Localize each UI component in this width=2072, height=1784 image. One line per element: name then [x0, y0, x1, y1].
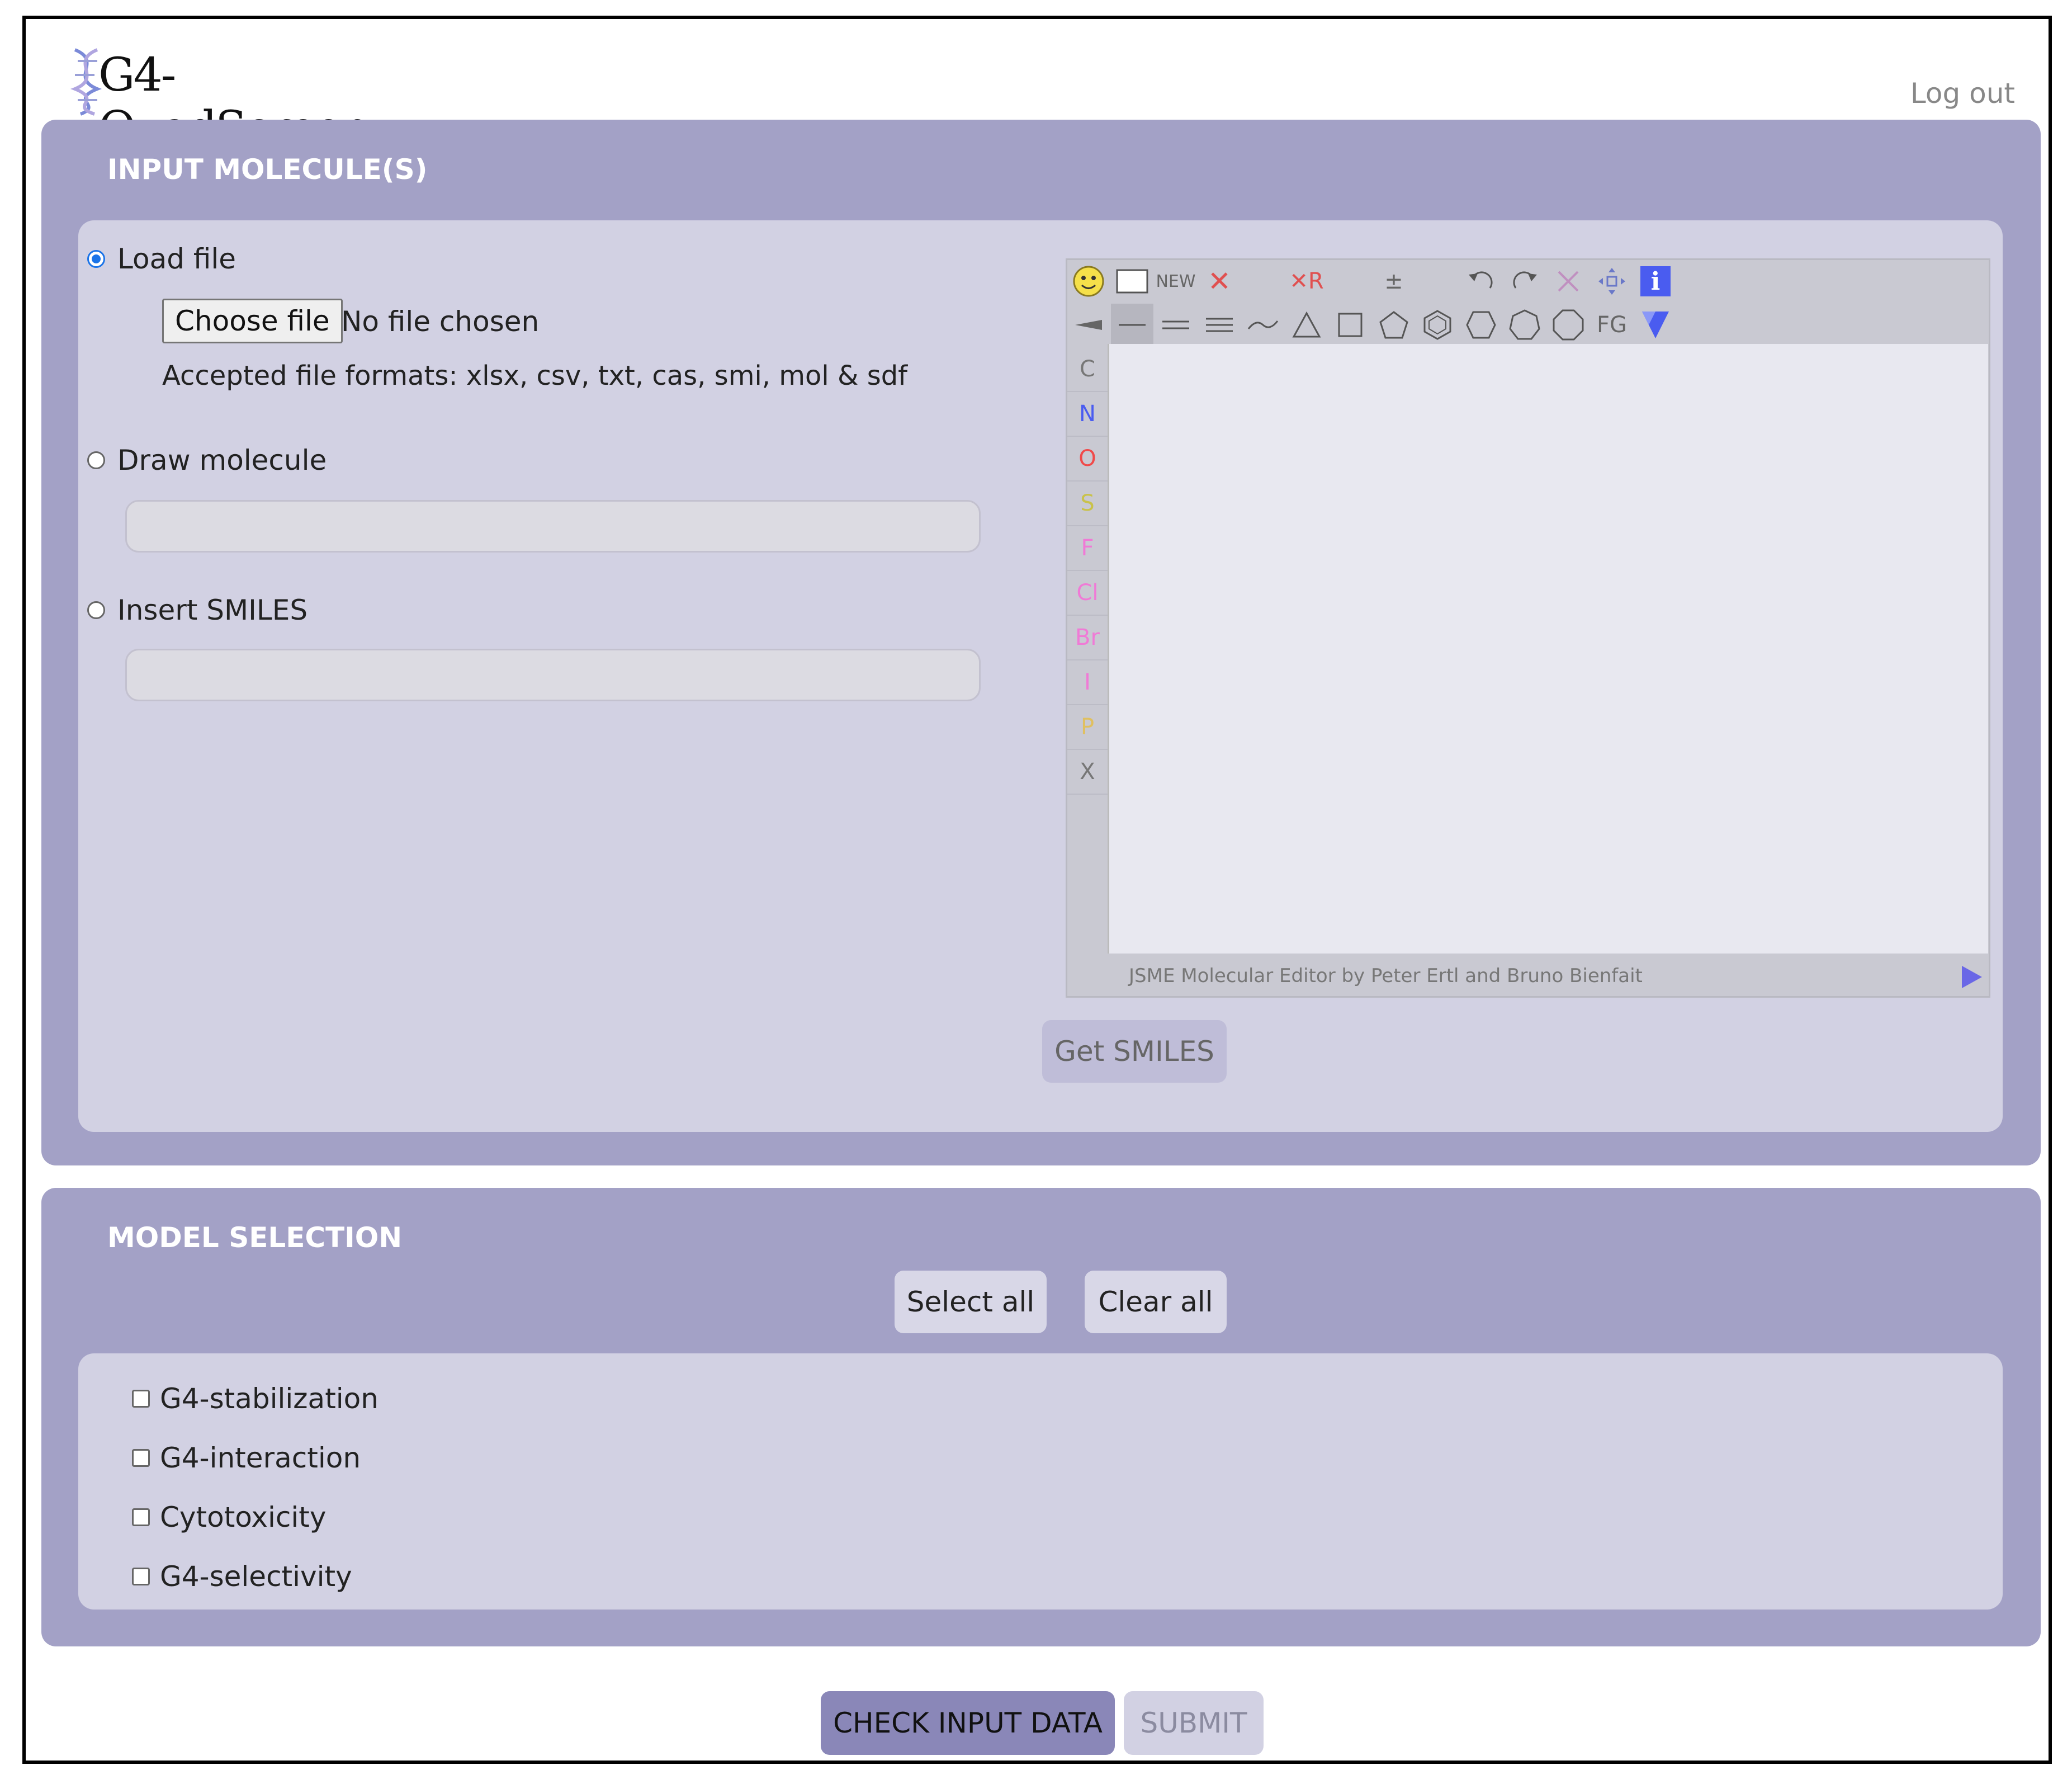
atom-s[interactable]: S [1067, 482, 1108, 526]
benzene-icon[interactable] [1416, 304, 1459, 346]
clear-icon[interactable]: ✕ [1198, 260, 1241, 303]
logout-link[interactable]: Log out [1910, 77, 2015, 110]
info-icon[interactable]: i [1634, 260, 1677, 303]
ring6-icon[interactable] [1460, 304, 1502, 346]
checkbox[interactable] [132, 1508, 150, 1526]
model-label: Cytotoxicity [160, 1501, 327, 1533]
redo-icon[interactable] [1503, 260, 1546, 303]
atom-p[interactable]: P [1067, 705, 1108, 750]
smiley-icon[interactable] [1067, 260, 1110, 303]
info-glyph: i [1640, 266, 1671, 296]
load-file-label: Load file [117, 243, 236, 275]
input-panel-title: INPUT MOLECULE(S) [107, 153, 428, 186]
undo-icon[interactable] [1460, 260, 1502, 303]
app-logo: G4-QuadScreen [64, 44, 410, 155]
atom-i[interactable]: I [1067, 660, 1108, 705]
model-option-g4-interaction[interactable]: G4-interaction [132, 1442, 361, 1474]
rect-select-icon[interactable] [1111, 260, 1153, 303]
atom-x[interactable]: X [1067, 750, 1108, 795]
template-icon[interactable] [1634, 304, 1677, 346]
select-all-button[interactable]: Select all [895, 1271, 1047, 1333]
draw-molecule-radio[interactable] [87, 451, 105, 469]
checkbox[interactable] [132, 1568, 150, 1585]
triple-bond-icon[interactable] [1198, 304, 1241, 346]
check-input-data-button[interactable]: CHECK INPUT DATA [821, 1691, 1115, 1755]
model-option-cytotoxicity[interactable]: Cytotoxicity [132, 1501, 326, 1533]
atom-br[interactable]: Br [1067, 616, 1108, 660]
checkbox[interactable] [132, 1390, 150, 1408]
insert-smiles-radio[interactable] [87, 601, 105, 619]
load-file-option[interactable]: Load file [87, 243, 236, 275]
move-icon[interactable] [1591, 260, 1633, 303]
draw-molecule-option[interactable]: Draw molecule [87, 444, 327, 476]
ring7-icon[interactable] [1503, 304, 1546, 346]
clear-all-button[interactable]: Clear all [1085, 1271, 1227, 1333]
jsme-expand-icon[interactable] [1962, 966, 1982, 988]
draw-molecule-label: Draw molecule [117, 444, 327, 476]
choose-file-button[interactable]: Choose file [162, 299, 343, 343]
delete-icon[interactable] [1547, 260, 1590, 303]
double-bond-icon[interactable] [1155, 304, 1197, 346]
accepted-formats-text: Accepted file formats: xlsx, csv, txt, c… [162, 360, 908, 391]
file-status: No file chosen [341, 305, 540, 338]
new-button[interactable]: NEW [1155, 260, 1197, 303]
atom-n[interactable]: N [1067, 392, 1108, 437]
smiles-input-field[interactable] [125, 649, 981, 701]
single-bond-icon[interactable] [1111, 304, 1153, 346]
atom-c[interactable]: C [1067, 347, 1108, 392]
get-smiles-button[interactable]: Get SMILES [1042, 1020, 1227, 1083]
atom-o[interactable]: O [1067, 437, 1108, 482]
model-label: G4-stabilization [160, 1382, 379, 1415]
toolbar-blank-1 [1242, 260, 1284, 303]
insert-smiles-option[interactable]: Insert SMILES [87, 594, 308, 626]
ring3-icon[interactable] [1285, 304, 1328, 346]
draw-molecule-field[interactable] [125, 500, 981, 553]
load-file-radio[interactable] [87, 250, 105, 268]
model-label: G4-interaction [160, 1442, 361, 1474]
model-option-g4-selectivity[interactable]: G4-selectivity [132, 1560, 352, 1593]
submit-button[interactable]: SUBMIT [1124, 1691, 1264, 1755]
charge-icon[interactable]: ± [1373, 260, 1415, 303]
ring5-icon[interactable] [1373, 304, 1415, 346]
toolbar-blank-3 [1416, 260, 1459, 303]
model-panel-title: MODEL SELECTION [107, 1221, 403, 1254]
app-frame: G4-QuadScreen Log out INPUT MOLECULE(S) … [22, 16, 2052, 1764]
ring4-icon[interactable] [1329, 304, 1371, 346]
wedge-bond-icon[interactable] [1067, 304, 1110, 346]
atom-cl[interactable]: Cl [1067, 571, 1108, 616]
insert-smiles-label: Insert SMILES [117, 594, 308, 626]
model-label: G4-selectivity [160, 1560, 352, 1593]
chain-icon[interactable] [1242, 304, 1284, 346]
jsme-editor: NEW ✕ ✕R ± i FG C N O S F Cl Br I P X JS… [1066, 258, 1990, 998]
checkbox[interactable] [132, 1449, 150, 1467]
ring8-icon[interactable] [1547, 304, 1590, 346]
jsme-drawing-canvas[interactable] [1108, 344, 1988, 954]
toolbar-blank-2 [1329, 260, 1371, 303]
jsme-credit: JSME Molecular Editor by Peter Ertl and … [1129, 965, 1643, 987]
r-group-icon[interactable]: ✕R [1285, 260, 1328, 303]
atom-f[interactable]: F [1067, 526, 1108, 571]
functional-group-button[interactable]: FG [1591, 304, 1633, 346]
model-option-g4-stabilization[interactable]: G4-stabilization [132, 1382, 379, 1415]
